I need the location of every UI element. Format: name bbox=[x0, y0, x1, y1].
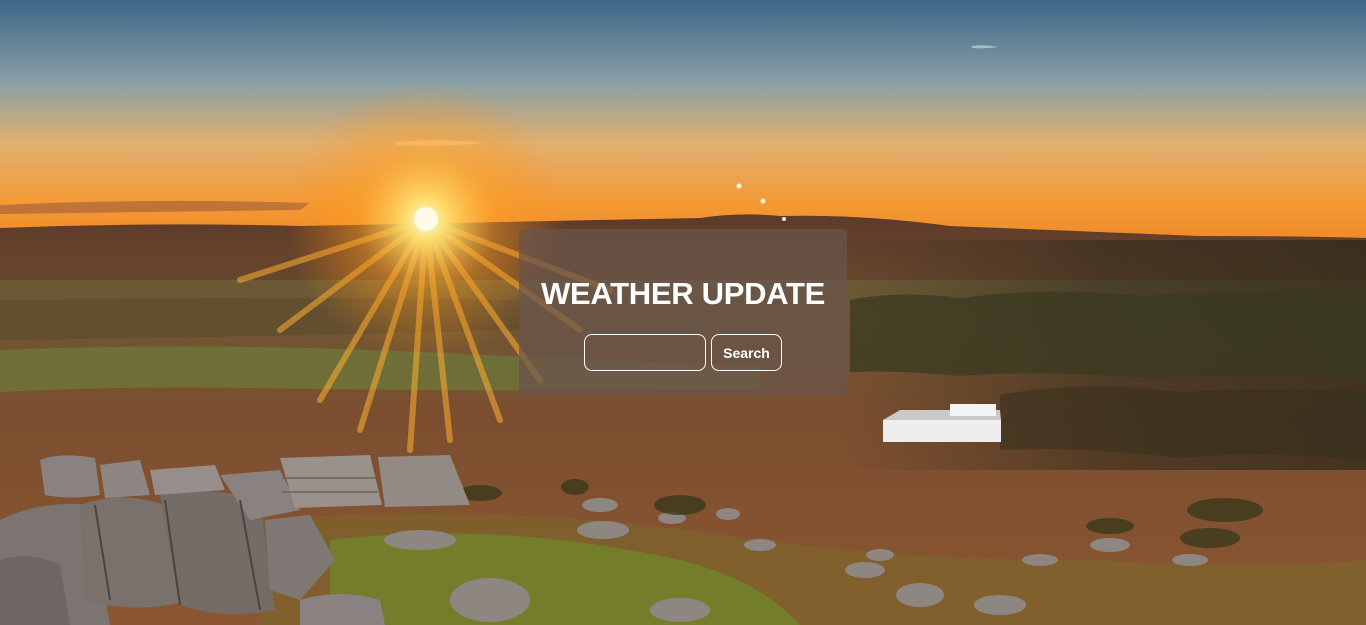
page-title: WEATHER UPDATE bbox=[541, 276, 825, 311]
search-input[interactable] bbox=[584, 334, 706, 371]
weather-search-card: WEATHER UPDATE Search bbox=[519, 229, 847, 396]
search-button[interactable]: Search bbox=[711, 334, 782, 371]
